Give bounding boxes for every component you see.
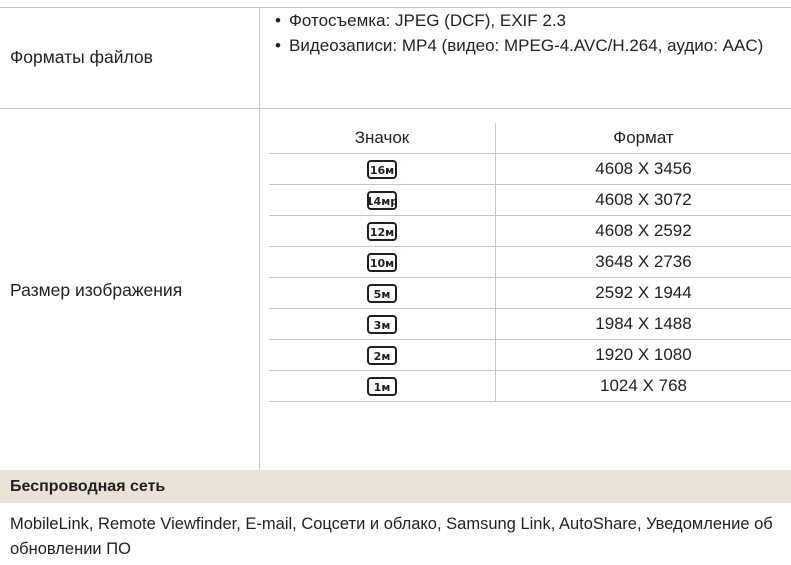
column-header-icon: Значок [269,123,496,154]
format-cell: 1024 X 768 [495,370,791,402]
icon-cell: 14мp [269,184,496,216]
table-header-row: Значок Формат [269,123,791,154]
5m-size-icon: 5м [367,284,397,303]
wireless-section-header: Беспроводная сеть [0,470,791,503]
table-row: 2м 1920 X 1080 [269,339,791,371]
table-row: 5м 2592 X 1944 [269,277,791,309]
format-cell: 4608 X 3456 [495,153,791,185]
file-format-video: Видеозаписи: MP4 (видео: MPEG-4.AVC/H.26… [275,33,769,58]
column-divider [259,7,260,470]
wireless-section-text: MobileLink, Remote Viewfinder, E-mail, С… [10,515,773,558]
format-cell: 4608 X 3072 [495,184,791,216]
size-icon-glyph: 16м [370,164,394,177]
table-row: 1м 1024 X 768 [269,370,791,402]
10m-size-icon: 10м [367,253,397,272]
size-icon-glyph: 3м [374,319,391,332]
12m-size-icon: 12м [367,222,397,241]
icon-cell: 12м [269,215,496,247]
format-cell: 2592 X 1944 [495,277,791,309]
format-cell: 4608 X 2592 [495,215,791,247]
file-formats-label: Форматы файлов [10,47,153,67]
2m-size-icon: 2м [367,346,397,365]
size-icon-glyph: 12м [370,226,394,239]
table-row: 12м 4608 X 2592 [269,215,791,247]
icon-cell: 2м [269,339,496,371]
1m-size-icon: 1м [367,377,397,396]
format-cell: 3648 X 2736 [495,246,791,278]
size-icon-glyph: 2м [374,350,391,363]
table-row: 14мp 4608 X 3072 [269,184,791,216]
size-icon-glyph: 14мp [367,195,397,208]
3m-size-icon: 3м [367,315,397,334]
icon-cell: 1м [269,370,496,402]
column-header-format: Формат [495,123,791,154]
image-size-table: Значок Формат 16м 4608 X 3456 14мp 4608 X 3… [269,123,791,402]
icon-cell: 5м [269,277,496,309]
16m-size-icon: 16м [367,160,397,179]
image-size-label: Размер изображения [10,280,183,300]
row-divider [0,108,791,109]
file-format-photo: Фотосъемка: JPEG (DCF), EXIF 2.3 [275,8,769,33]
icon-cell: 3м [269,308,496,340]
format-cell: 1984 X 1488 [495,308,791,340]
size-icon-glyph: 1м [374,381,391,394]
file-formats-list: Фотосъемка: JPEG (DCF), EXIF 2.3 Видеоза… [275,8,769,58]
format-cell: 1920 X 1080 [495,339,791,371]
icon-cell: 10м [269,246,496,278]
size-icon-glyph: 10м [370,257,394,270]
icon-cell: 16м [269,153,496,185]
table-row: 10м 3648 X 2736 [269,246,791,278]
table-row: 3м 1984 X 1488 [269,308,791,340]
size-icon-glyph: 5м [374,288,391,301]
14m-size-icon: 14мp [367,191,397,210]
table-row: 16м 4608 X 3456 [269,153,791,185]
